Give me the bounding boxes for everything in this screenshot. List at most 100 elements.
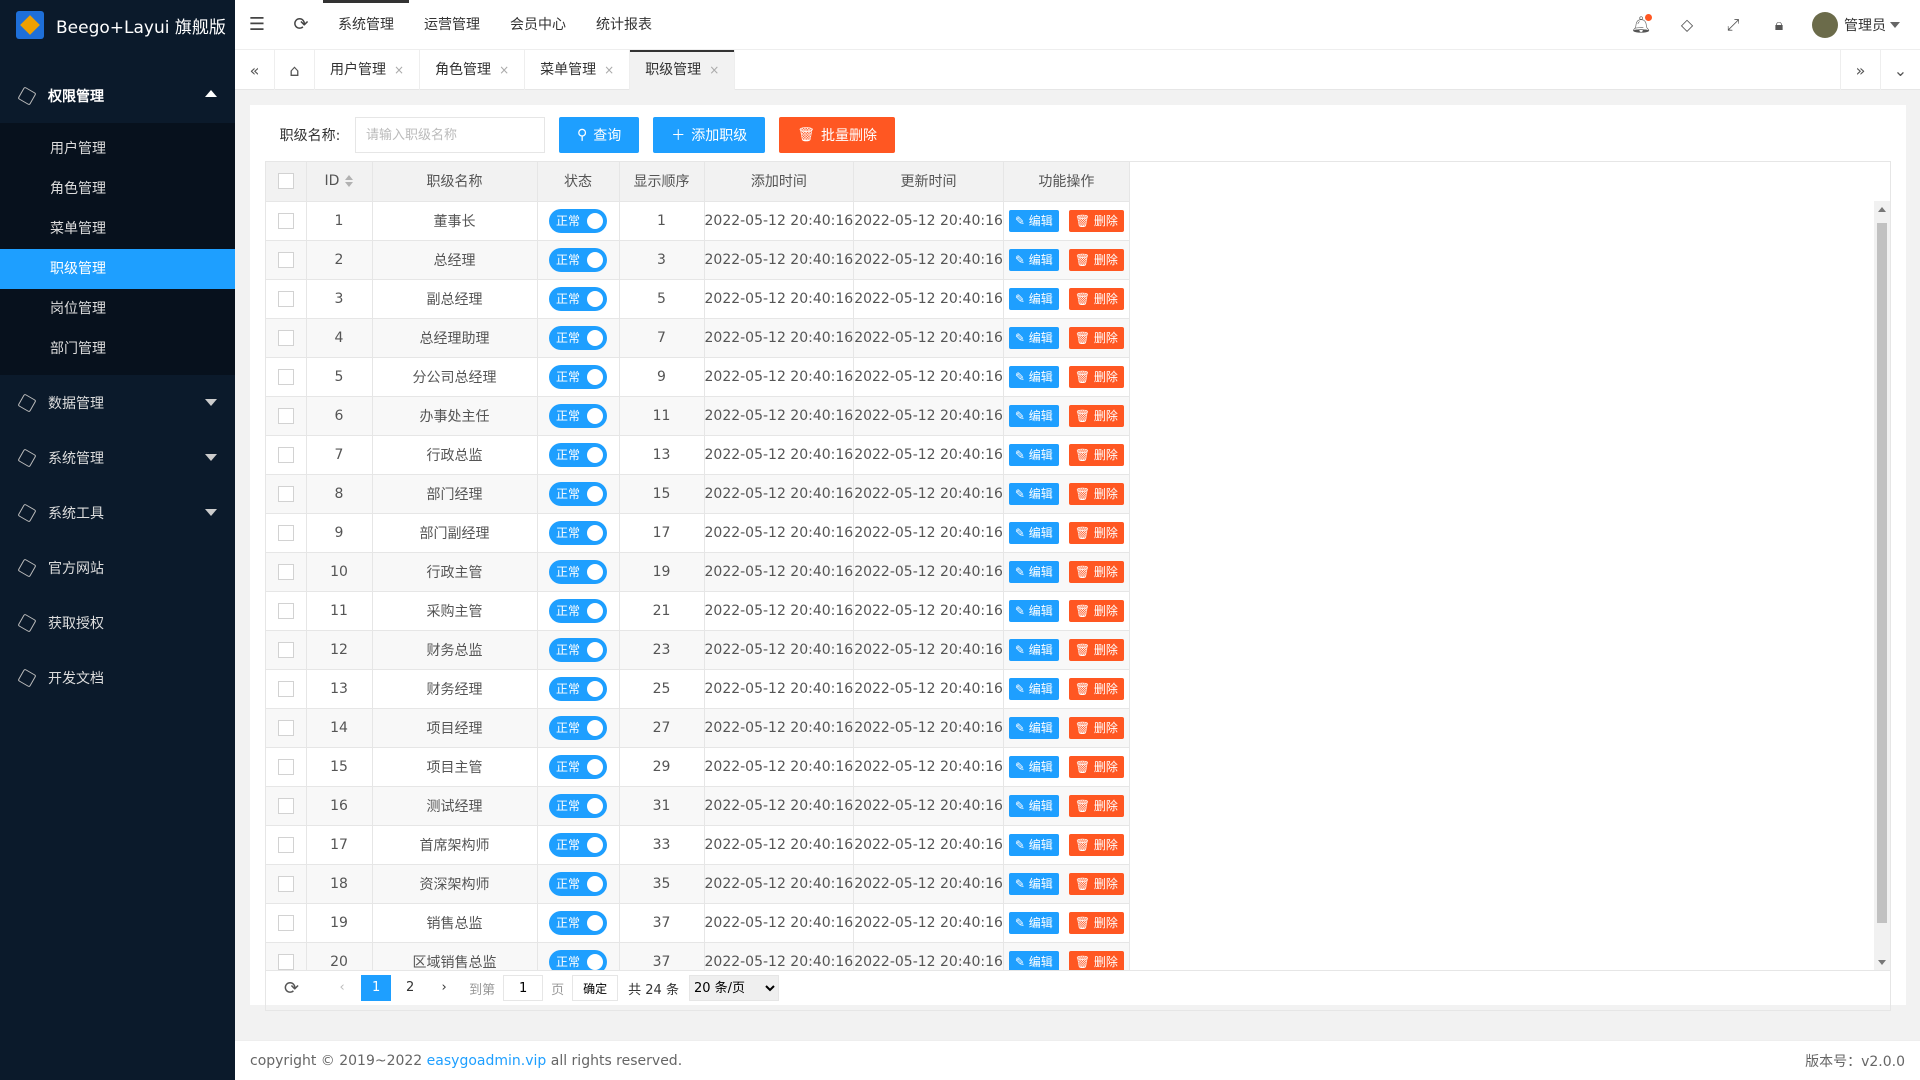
edit-button[interactable]: ✎ 编辑 [1008,560,1059,583]
bell-icon[interactable]: 🔔︎ [1618,0,1664,50]
delete-button[interactable]: 🗑︎ 删除 [1068,677,1124,700]
sort-icon[interactable] [345,175,354,188]
home-icon[interactable]: ⌂ [275,50,315,90]
status-toggle[interactable]: 正常 [549,403,607,428]
prev-page-icon[interactable]: ‹ [327,975,357,1001]
tab-2[interactable]: 菜单管理 × [525,50,631,90]
row-checkbox[interactable] [266,201,307,241]
edit-button[interactable]: ✎ 编辑 [1008,716,1059,739]
sidebar-group-1[interactable]: 数据管理 [0,375,235,430]
delete-button[interactable]: 🗑︎ 删除 [1068,482,1124,505]
sidebar-item-3[interactable]: 职级管理 [0,249,235,289]
tabs-dropdown-icon[interactable]: ⌄ [1880,50,1920,90]
status-toggle[interactable]: 正常 [549,364,607,389]
status-toggle[interactable]: 正常 [549,871,607,896]
top-nav-item-2[interactable]: 会员中心 [495,0,581,50]
status-toggle[interactable]: 正常 [549,793,607,818]
site-link[interactable]: easygoadmin.vip [427,1053,547,1069]
edit-button[interactable]: ✎ 编辑 [1008,521,1059,544]
top-nav-item-0[interactable]: 系统管理 [323,0,409,50]
edit-button[interactable]: ✎ 编辑 [1008,404,1059,427]
delete-button[interactable]: 🗑︎ 删除 [1068,833,1124,856]
status-toggle[interactable]: 正常 [549,832,607,857]
edit-button[interactable]: ✎ 编辑 [1008,326,1059,349]
status-toggle[interactable]: 正常 [549,520,607,545]
lock-icon[interactable]: 🔒︎ [1756,0,1802,50]
status-toggle[interactable]: 正常 [549,247,607,272]
search-button[interactable]: ⚲ 查询 [559,117,640,153]
edit-button[interactable]: ✎ 编辑 [1008,248,1059,271]
status-toggle[interactable]: 正常 [549,442,607,467]
top-nav-item-3[interactable]: 统计报表 [581,0,667,50]
rank-name-input[interactable] [355,117,545,153]
delete-button[interactable]: 🗑︎ 删除 [1068,404,1124,427]
row-checkbox[interactable] [266,903,307,943]
row-checkbox[interactable] [266,552,307,592]
delete-button[interactable]: 🗑︎ 删除 [1068,365,1124,388]
fullscreen-icon[interactable]: ⤢ [1710,0,1756,50]
status-toggle[interactable]: 正常 [549,325,607,350]
menu-collapse-icon[interactable]: ☰ [235,0,279,50]
tabs-scroll-left-icon[interactable]: « [235,50,275,90]
status-toggle[interactable]: 正常 [549,598,607,623]
tabs-scroll-right-icon[interactable]: » [1840,50,1880,90]
delete-button[interactable]: 🗑︎ 删除 [1068,287,1124,310]
delete-button[interactable]: 🗑︎ 删除 [1068,248,1124,271]
delete-button[interactable]: 🗑︎ 删除 [1068,872,1124,895]
top-nav-item-1[interactable]: 运营管理 [409,0,495,50]
status-toggle[interactable]: 正常 [549,481,607,506]
row-checkbox[interactable] [266,396,307,436]
sidebar-group-6[interactable]: 开发文档 [0,650,235,705]
goto-page-input[interactable] [503,975,544,1001]
delete-button[interactable]: 🗑︎ 删除 [1068,716,1124,739]
status-toggle[interactable]: 正常 [549,910,607,935]
row-checkbox[interactable] [266,279,307,319]
delete-button[interactable]: 🗑︎ 删除 [1068,599,1124,622]
row-checkbox[interactable] [266,591,307,631]
row-checkbox[interactable] [266,435,307,475]
edit-button[interactable]: ✎ 编辑 [1008,365,1059,388]
sidebar-group-5[interactable]: 获取授权 [0,595,235,650]
status-toggle[interactable]: 正常 [549,208,607,233]
edit-button[interactable]: ✎ 编辑 [1008,599,1059,622]
edit-button[interactable]: ✎ 编辑 [1008,794,1059,817]
close-icon[interactable]: × [604,50,614,90]
row-checkbox[interactable] [266,240,307,280]
refresh-table-icon[interactable]: ⟳ [284,978,299,999]
delete-button[interactable]: 🗑︎ 删除 [1068,794,1124,817]
refresh-icon[interactable]: ⟳ [279,0,323,50]
add-rank-button[interactable]: ＋ 添加职级 [653,117,766,153]
edit-button[interactable]: ✎ 编辑 [1008,911,1059,934]
row-checkbox[interactable] [266,786,307,826]
close-icon[interactable]: × [709,50,719,90]
edit-button[interactable]: ✎ 编辑 [1008,833,1059,856]
delete-button[interactable]: 🗑︎ 删除 [1068,755,1124,778]
edit-button[interactable]: ✎ 编辑 [1008,482,1059,505]
row-checkbox[interactable] [266,630,307,670]
next-page-icon[interactable]: › [429,975,459,1001]
row-checkbox[interactable] [266,708,307,748]
col-id[interactable]: ID [306,162,373,202]
status-toggle[interactable]: 正常 [549,754,607,779]
sidebar-item-0[interactable]: 用户管理 [0,129,235,169]
scroll-down-icon[interactable] [1878,960,1886,965]
status-toggle[interactable]: 正常 [549,286,607,311]
edit-button[interactable]: ✎ 编辑 [1008,755,1059,778]
sidebar-item-5[interactable]: 部门管理 [0,329,235,369]
row-checkbox[interactable] [266,357,307,397]
sidebar-item-2[interactable]: 菜单管理 [0,209,235,249]
status-toggle[interactable]: 正常 [549,637,607,662]
close-icon[interactable]: × [394,50,404,90]
goto-confirm-button[interactable]: 确定 [572,975,619,1001]
sidebar-group-4[interactable]: 官方网站 [0,540,235,595]
tab-3[interactable]: 职级管理 × [630,50,736,90]
page-size-select[interactable]: 20 条/页 [688,975,779,1001]
row-checkbox[interactable] [266,864,307,904]
sidebar-item-4[interactable]: 岗位管理 [0,289,235,329]
row-checkbox[interactable] [266,669,307,709]
delete-button[interactable]: 🗑︎ 删除 [1068,521,1124,544]
delete-button[interactable]: 🗑︎ 删除 [1068,638,1124,661]
page-1[interactable]: 1 [361,975,392,1001]
logo[interactable]: Beego+Layui 旗舰版 [0,0,235,50]
tab-1[interactable]: 角色管理 × [420,50,526,90]
